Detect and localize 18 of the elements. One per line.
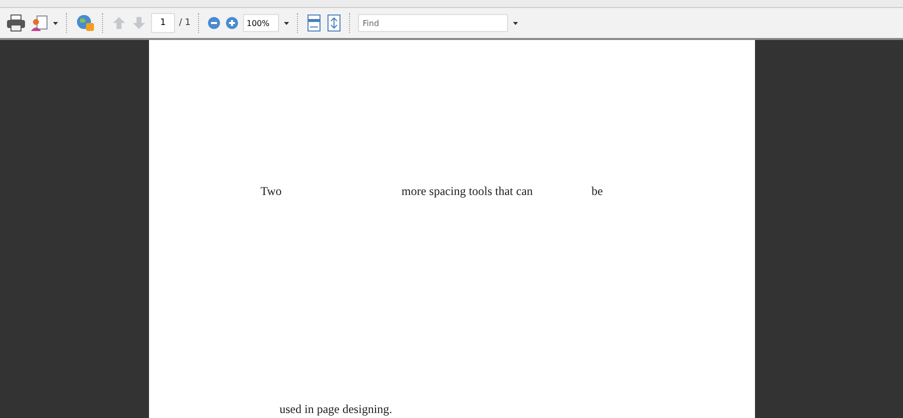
globe-icon[interactable] bbox=[75, 13, 95, 33]
zoom-in-icon[interactable] bbox=[224, 16, 239, 30]
page-number-field[interactable]: 1 bbox=[151, 13, 175, 33]
zoom-out-icon[interactable] bbox=[206, 16, 221, 30]
fit-width-icon[interactable] bbox=[306, 14, 322, 32]
document-text: Two bbox=[260, 184, 283, 199]
caret-icon[interactable] bbox=[282, 20, 290, 26]
find-field[interactable]: Find bbox=[358, 14, 508, 32]
document-text: more spacing tools that can bbox=[402, 184, 534, 199]
zoom-field[interactable]: 100% bbox=[242, 14, 279, 32]
page-total: / 1 bbox=[179, 18, 191, 28]
print-icon[interactable] bbox=[6, 14, 26, 32]
document-text: used in page designing. bbox=[280, 402, 392, 417]
people-icon[interactable] bbox=[30, 14, 48, 32]
fit-page-icon[interactable] bbox=[326, 14, 342, 32]
caret-icon[interactable] bbox=[512, 20, 519, 26]
document-text: be bbox=[592, 184, 603, 199]
caret-icon[interactable] bbox=[52, 20, 59, 26]
